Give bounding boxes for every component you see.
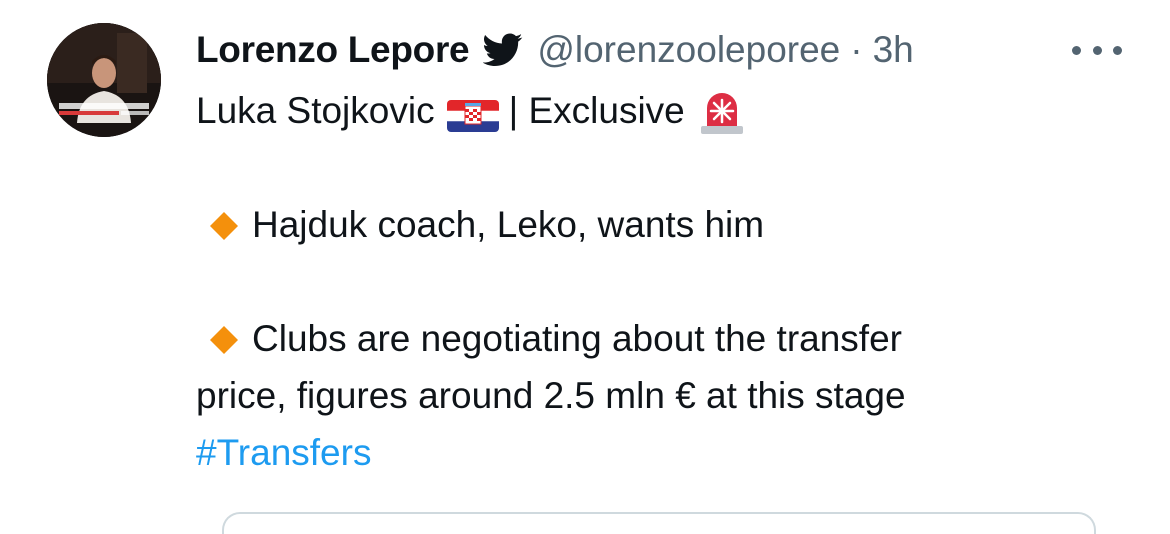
tweet-line-bullet-1: Hajduk coach, Leko, wants him <box>196 196 1146 253</box>
avatar-image <box>47 23 161 137</box>
more-dot <box>1113 45 1122 55</box>
separator-dot: · <box>850 29 863 70</box>
author-name[interactable]: Lorenzo Lepore <box>196 29 470 71</box>
more-dot <box>1072 45 1081 55</box>
bullet-1-text: Hajduk coach, Leko, wants him <box>252 204 765 245</box>
tweet-line-1: Luka Stojkovic | Exclusive <box>196 82 1146 139</box>
timestamp[interactable]: 3h <box>873 29 914 71</box>
croatia-flag-icon <box>446 93 499 132</box>
tweet-line-bullet-2-cont: price, figures around 2.5 mln € at this … <box>196 367 1146 424</box>
avatar[interactable] <box>47 23 161 137</box>
orange-diamond-icon <box>204 205 244 245</box>
tweet-line-hashtag: #Transfers <box>196 424 1146 481</box>
player-name-text: Luka Stojkovic <box>196 90 435 131</box>
tweet-line-bullet-2: Clubs are negotiating about the transfer <box>196 310 1146 367</box>
more-dot <box>1092 45 1102 55</box>
exclusive-text: | Exclusive <box>508 90 685 131</box>
orange-diamond-icon <box>204 319 244 359</box>
hashtag-link[interactable]: #Transfers <box>196 424 371 481</box>
media-card-edge[interactable] <box>222 512 1096 534</box>
more-options-icon[interactable] <box>1072 38 1122 62</box>
tweet-header: Lorenzo Lepore @lorenzooleporee · 3h <box>196 20 914 80</box>
tweet-text: Luka Stojkovic | Exclusive Hajduk coach,… <box>196 82 1146 481</box>
twitter-bird-icon <box>482 33 523 67</box>
bullet-2-text-part-2: price, figures around 2.5 mln € at this … <box>196 375 906 416</box>
author-handle[interactable]: @lorenzooleporee <box>537 29 840 71</box>
police-light-icon <box>697 86 747 136</box>
bullet-2-text-part-1: Clubs are negotiating about the transfer <box>252 318 902 359</box>
